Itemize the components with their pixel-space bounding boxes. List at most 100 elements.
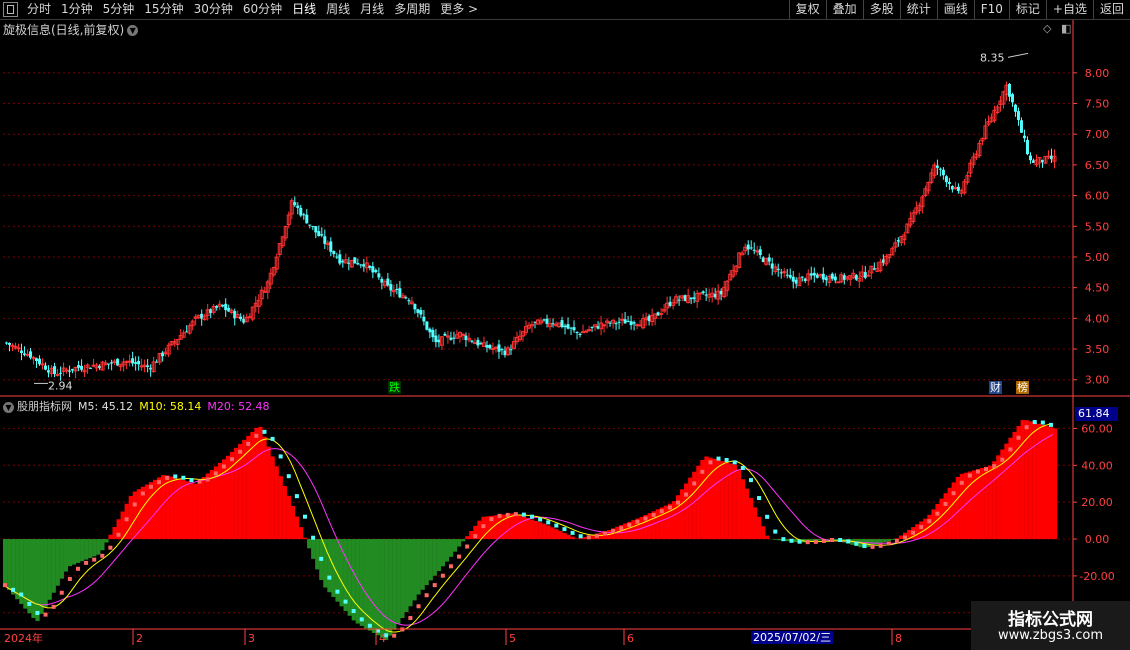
m5-marker (1008, 447, 1013, 452)
indicator-bar (412, 539, 417, 601)
indicator-bar (744, 488, 750, 540)
indicator-bar (566, 534, 571, 540)
m5-marker (303, 514, 307, 519)
high-pointer (1007, 52, 1029, 58)
month-label: 6 (627, 632, 634, 645)
candle-body (701, 291, 705, 294)
indicator-bar (169, 476, 174, 540)
candle-body (293, 202, 297, 206)
indicator-name: 股朋指标网 (17, 400, 72, 413)
indicator-bar (1032, 422, 1037, 540)
m5-marker (92, 557, 97, 562)
m5-marker (270, 436, 275, 441)
indicator-bar (132, 491, 137, 540)
m5-marker (84, 560, 89, 565)
indicator-title[interactable]: ▼ 股朋指标网 M5: 45.12 M10: 58.14 M20: 52.48 (3, 398, 270, 414)
ranking-marker[interactable]: 榜 (1016, 381, 1029, 394)
indicator-bar (420, 539, 425, 590)
chart-canvas[interactable]: 3.00 3.50 4.00 4.50 5.00 5.50 6.00 6.50 7.00 7.50… (0, 0, 1130, 650)
chevron-down-icon[interactable]: ▼ (3, 401, 14, 413)
indicator-bar (513, 513, 519, 540)
indicator-bar (688, 477, 693, 540)
indicator-bar (124, 503, 129, 540)
candle-body (767, 257, 771, 262)
indicator-bar (303, 537, 308, 540)
drop-marker[interactable]: 跌 (388, 381, 401, 394)
indicator-tick-label: 40.00 (1081, 459, 1113, 472)
candle-body (953, 187, 958, 190)
indicator-bar (392, 539, 397, 630)
m5-marker (765, 514, 770, 519)
price-tick-label: 6.00 (1085, 190, 1110, 203)
m5-marker (546, 520, 551, 525)
candle-body (677, 299, 681, 301)
m5-marker (667, 505, 672, 510)
m5-marker (473, 534, 478, 539)
m5-marker (951, 491, 956, 496)
candle-body (746, 244, 750, 250)
indicator-bar (785, 539, 790, 542)
indicator-bar (408, 539, 413, 607)
finance-marker[interactable]: 财 (989, 381, 1002, 394)
m5-marker (465, 544, 470, 549)
indicator-bar (153, 479, 158, 540)
indicator-bar (773, 539, 778, 540)
m5-marker (432, 583, 437, 588)
indicator-bar (1012, 431, 1017, 540)
m5-marker (603, 531, 607, 536)
indicator-bar (984, 466, 989, 540)
m5-marker (1016, 435, 1021, 440)
indicator-bar (517, 515, 523, 540)
candle-body (335, 256, 339, 258)
m5-marker (943, 501, 948, 506)
price-tick-label: 7.00 (1085, 128, 1110, 141)
m5-marker (319, 556, 324, 561)
indicator-bar (266, 446, 271, 540)
indicator-bar (96, 539, 101, 555)
m5-marker (75, 566, 80, 571)
m5-marker (116, 532, 121, 537)
m5-marker (911, 530, 916, 535)
indicator-bar (655, 509, 660, 540)
indicator-bar (396, 539, 401, 624)
m5-marker (35, 610, 40, 615)
m5-marker (659, 509, 664, 514)
indicator-bar (469, 531, 474, 540)
indicator-bar (193, 483, 198, 540)
m5-marker (19, 592, 24, 597)
indicator-bar (493, 515, 498, 540)
candle-body (419, 310, 423, 315)
candle-body (5, 342, 8, 344)
indicator-bar (894, 538, 900, 540)
indicator-bar (724, 462, 729, 540)
indicator-bar (886, 539, 891, 542)
candle-body (617, 321, 621, 323)
m5-marker (343, 599, 348, 604)
m5-marker (132, 502, 137, 507)
watermark-title: 指标公式网 (1008, 610, 1093, 630)
indicator-bar (546, 525, 551, 540)
indicator-bar (209, 469, 214, 540)
m5-marker (570, 530, 575, 535)
m5-marker (392, 633, 397, 638)
month-label: 4 (379, 632, 386, 645)
indicator-bar (15, 539, 20, 600)
indicator-bar (943, 493, 948, 540)
indicator-tick-label: 20.00 (1081, 496, 1113, 509)
candle-body (758, 249, 762, 256)
m5-marker (708, 460, 713, 465)
price-tick-label: 7.50 (1085, 98, 1110, 111)
m20-value: M20: 52.48 (207, 400, 270, 413)
indicator-bar (371, 539, 377, 633)
m5-marker (3, 583, 7, 588)
indicator-bar (197, 480, 202, 540)
m5-marker (1024, 425, 1029, 430)
m5-marker (773, 529, 778, 534)
candle-body (755, 250, 760, 253)
indicator-bar (375, 539, 381, 636)
candle-body (25, 353, 30, 356)
m5-marker (457, 554, 462, 559)
m5-marker (327, 575, 332, 580)
indicator-bar (51, 539, 56, 593)
indicator-bar (444, 539, 450, 562)
